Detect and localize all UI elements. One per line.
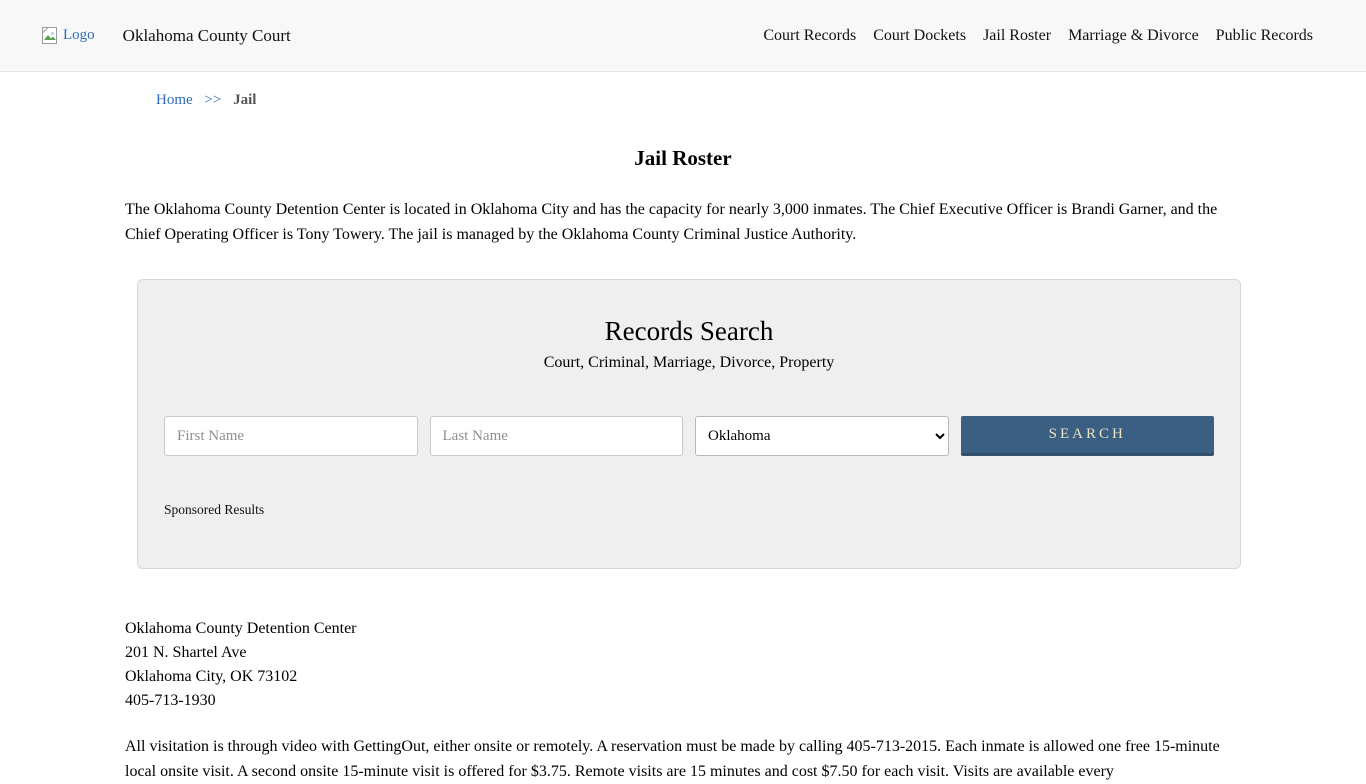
breadcrumb-current: Jail bbox=[233, 92, 256, 108]
page-title: Jail Roster bbox=[125, 146, 1241, 171]
nav-item-court-dockets[interactable]: Court Dockets bbox=[873, 27, 966, 45]
records-search-panel: Records Search Court, Criminal, Marriage… bbox=[137, 279, 1241, 569]
first-name-field-wrap bbox=[164, 416, 418, 456]
nav-item-marriage-divorce[interactable]: Marriage & Divorce bbox=[1068, 27, 1199, 45]
search-fields-row: Oklahoma SEARCH bbox=[164, 416, 1214, 456]
visitation-paragraph: All visitation is through video with Get… bbox=[125, 735, 1241, 784]
address-line-1: 201 N. Shartel Ave bbox=[125, 641, 1241, 665]
records-search-subtitle: Court, Criminal, Marriage, Divorce, Prop… bbox=[164, 354, 1214, 372]
breadcrumb: Home >> Jail bbox=[156, 92, 1241, 109]
last-name-input[interactable] bbox=[430, 416, 684, 456]
detention-center-address-block: Oklahoma County Detention Center 201 N. … bbox=[125, 617, 1241, 713]
intro-paragraph: The Oklahoma County Detention Center is … bbox=[125, 198, 1241, 247]
broken-image-icon bbox=[40, 26, 60, 46]
state-select-wrap: Oklahoma bbox=[695, 416, 949, 456]
phone-number: 405-713-1930 bbox=[125, 689, 1241, 713]
search-button-wrap: SEARCH bbox=[961, 416, 1215, 456]
nav-item-court-records[interactable]: Court Records bbox=[763, 27, 856, 45]
nav-item-jail-roster[interactable]: Jail Roster bbox=[983, 27, 1051, 45]
main-nav: Court Records Court Dockets Jail Roster … bbox=[763, 27, 1313, 45]
detention-center-name: Oklahoma County Detention Center bbox=[125, 617, 1241, 641]
records-search-title: Records Search bbox=[164, 316, 1214, 347]
first-name-input[interactable] bbox=[164, 416, 418, 456]
header: Logo Oklahoma County Court Court Records… bbox=[0, 0, 1366, 72]
nav-item-public-records[interactable]: Public Records bbox=[1216, 27, 1313, 45]
last-name-field-wrap bbox=[430, 416, 684, 456]
logo-alt-text: Logo bbox=[63, 27, 95, 44]
site-title: Oklahoma County Court bbox=[123, 26, 291, 46]
search-button[interactable]: SEARCH bbox=[961, 416, 1215, 456]
state-select[interactable]: Oklahoma bbox=[695, 416, 949, 456]
breadcrumb-home-link[interactable]: Home bbox=[156, 92, 193, 108]
address-line-2: Oklahoma City, OK 73102 bbox=[125, 665, 1241, 689]
sponsored-results-label: Sponsored Results bbox=[164, 502, 1214, 518]
breadcrumb-separator: >> bbox=[204, 92, 221, 108]
main-content: Home >> Jail Jail Roster The Oklahoma Co… bbox=[125, 92, 1241, 784]
logo-link[interactable]: Logo bbox=[40, 26, 95, 46]
